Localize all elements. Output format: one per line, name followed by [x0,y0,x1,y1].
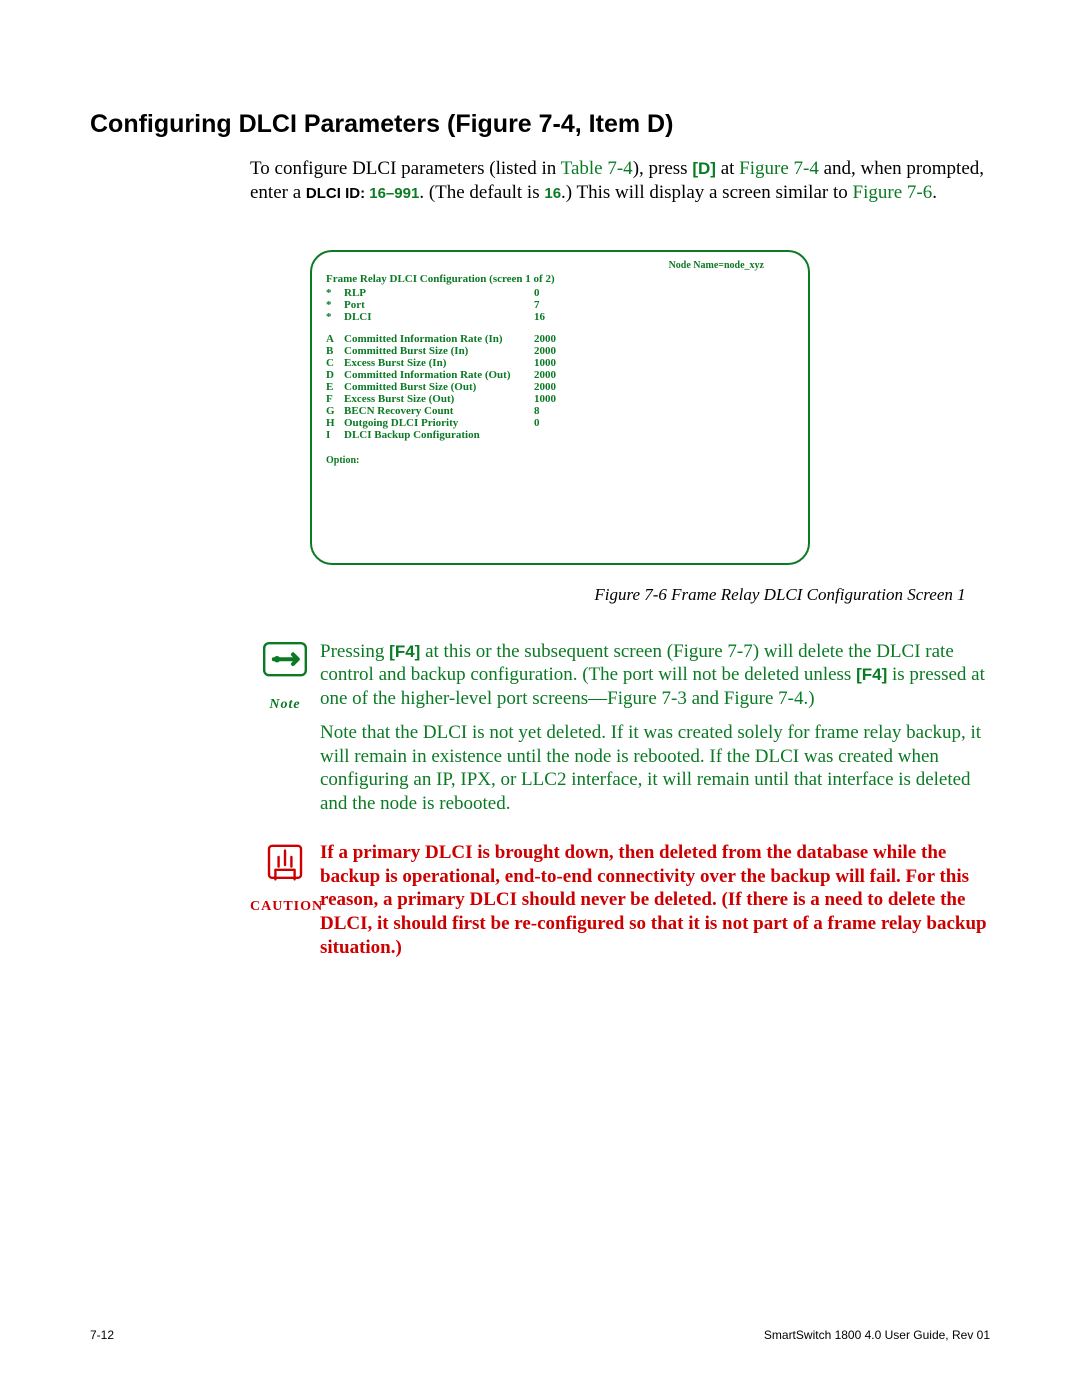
row-key: B [326,345,344,357]
key-f4: [F4] [389,642,420,661]
row-value: 2000 [534,345,556,357]
row-key: I [326,429,344,441]
doc-title-footer: SmartSwitch 1800 4.0 User Guide, Rev 01 [764,1328,990,1342]
value-range: 16–991 [369,185,419,202]
link-figure-7-7[interactable]: Figure 7-7 [673,641,753,662]
screen-title: Frame Relay DLCI Configuration (screen 1… [326,273,794,285]
row-value: 16 [534,311,545,323]
page-number: 7-12 [90,1328,114,1342]
row-value: 2000 [534,369,556,381]
row-value: 7 [534,299,540,311]
row-label: Committed Information Rate (In) [344,333,534,345]
row-key: C [326,357,344,369]
screen-row: ECommitted Burst Size (Out)2000 [326,381,794,393]
row-value: 0 [534,287,540,299]
figure-caption: Figure 7-6 Frame Relay DLCI Configuratio… [510,585,1050,605]
colon: : [360,185,369,202]
screen-rows-group-1: *RLP0*Port7*DLCI16 [326,287,794,323]
row-label: Committed Burst Size (In) [344,345,534,357]
row-value: 1000 [534,357,556,369]
caution-label: CAUTION [250,898,320,916]
link-figure-7-4[interactable]: Figure 7-4 [724,688,804,709]
row-value: 2000 [534,381,556,393]
row-key: * [326,299,344,311]
intro-text: To configure DLCI parameters (listed in [250,158,561,179]
screen-row: FExcess Burst Size (Out)1000 [326,393,794,405]
screen-row: *DLCI16 [326,311,794,323]
key-f4: [F4] [856,665,887,684]
note-text: .) [803,688,814,709]
note-text: and [687,688,724,709]
link-figure-7-3[interactable]: Figure 7-3 [607,688,687,709]
row-key: E [326,381,344,393]
row-label: BECN Recovery Count [344,405,534,417]
section-heading: Configuring DLCI Parameters (Figure 7-4,… [90,110,990,139]
link-table-7-4[interactable]: Table 7-4 [561,158,633,179]
row-label: Committed Burst Size (Out) [344,381,534,393]
key-d: [D] [692,159,716,178]
screen-row: *Port7 [326,299,794,311]
default-value: 16 [544,185,561,202]
note-body: Pressing [F4] at this or the subsequent … [320,640,990,826]
screen-row: BCommitted Burst Size (In)2000 [326,345,794,357]
intro-text: at [716,158,739,179]
screen-row: GBECN Recovery Count8 [326,405,794,417]
screen-rows-group-2: ACommitted Information Rate (In)2000BCom… [326,333,794,441]
label-dlci-id: DLCI ID [306,185,360,202]
note-text: at this or the subsequent screen ( [420,641,673,662]
row-label: Excess Burst Size (Out) [344,393,534,405]
option-prompt: Option: [326,455,794,466]
note-label: Note [250,696,320,714]
note-icon: Note [250,640,320,826]
row-key: F [326,393,344,405]
row-key: D [326,369,344,381]
row-key: H [326,417,344,429]
terminal-screen: Node Name=node_xyz Frame Relay DLCI Conf… [310,250,810,565]
row-key: G [326,405,344,417]
row-label: DLCI [344,311,534,323]
intro-text: . [932,182,937,203]
row-label: DLCI Backup Configuration [344,429,534,441]
screen-row: HOutgoing DLCI Priority0 [326,417,794,429]
node-name: Node Name=node_xyz [326,260,794,271]
row-key: * [326,311,344,323]
screen-row: DCommitted Information Rate (Out)2000 [326,369,794,381]
intro-paragraph: To configure DLCI parameters (listed in … [250,157,990,205]
screen-row: *RLP0 [326,287,794,299]
row-value: 1000 [534,393,556,405]
link-figure-7-4[interactable]: Figure 7-4 [739,158,819,179]
row-value: 2000 [534,333,556,345]
note-paragraph-2: Note that the DLCI is not yet deleted. I… [320,721,990,816]
note-text: Pressing [320,641,389,662]
row-key: A [326,333,344,345]
screen-row: ACommitted Information Rate (In)2000 [326,333,794,345]
row-label: Port [344,299,534,311]
intro-text: .) This will display a screen similar to [561,182,852,203]
row-label: RLP [344,287,534,299]
row-key: * [326,287,344,299]
row-label: Outgoing DLCI Priority [344,417,534,429]
row-label: Committed Information Rate (Out) [344,369,534,381]
intro-text: ), press [633,158,693,179]
caution-icon: CAUTION [250,841,320,970]
row-label: Excess Burst Size (In) [344,357,534,369]
intro-text: . (The default is [419,182,544,203]
link-figure-7-6[interactable]: Figure 7-6 [853,182,933,203]
caution-text: If a primary DLCI is brought down, then … [320,841,990,960]
screen-row: IDLCI Backup Configuration [326,429,794,441]
screen-row: CExcess Burst Size (In)1000 [326,357,794,369]
row-value: 8 [534,405,540,417]
row-value: 0 [534,417,540,429]
